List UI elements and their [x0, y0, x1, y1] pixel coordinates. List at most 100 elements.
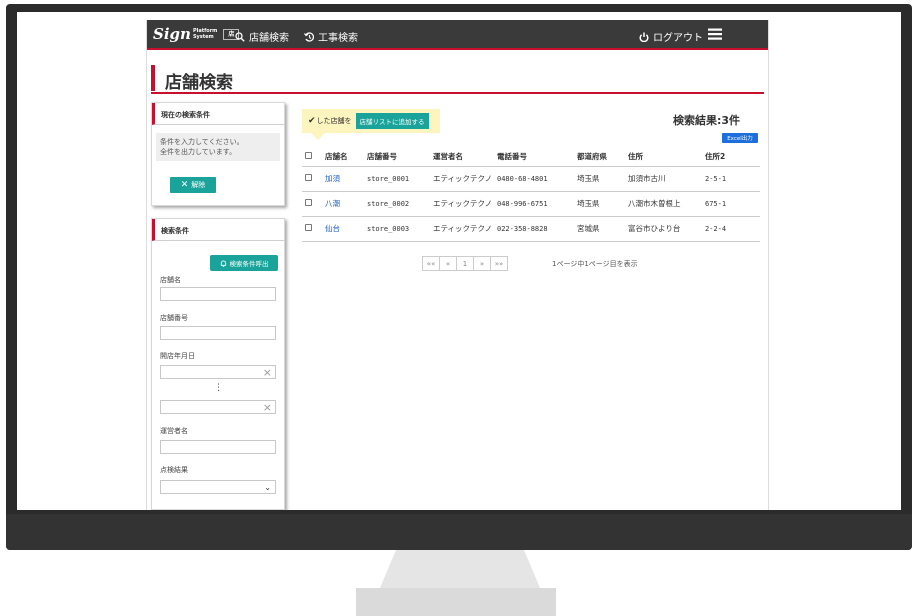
current-conditions-card: 現在の検索条件 条件を入力してください。 全件を出力しています。 ✕ 解除: [151, 102, 285, 206]
search-conditions-card: 検索条件 検索条件呼出 店舗名 店舗番号 開店年月日 × ⋮ × 運営者名 点検…: [151, 218, 285, 510]
page-next-button[interactable]: »: [473, 256, 491, 271]
conditions-message-line2: 全件を出力しています。: [160, 148, 237, 156]
page-current-button[interactable]: 1: [456, 256, 474, 271]
clear-conditions-label: 解除: [191, 181, 206, 189]
row-checkbox-cell: [302, 216, 322, 242]
conditions-message-line1: 条件を入力してください。: [160, 138, 244, 146]
page-title: 店舗検索: [165, 73, 233, 93]
phone-cell: 0480-68-4801: [494, 166, 574, 192]
operator-input[interactable]: [160, 440, 276, 454]
clear-date-to-icon[interactable]: ×: [263, 401, 272, 414]
checked-hint-text: した店舗を: [316, 117, 352, 125]
title-accent-bar: [151, 65, 155, 91]
open-date-label: 開店年月日: [160, 352, 195, 360]
col-store-number[interactable]: 店舗番号: [364, 148, 430, 167]
col-address2[interactable]: 住所2: [702, 148, 760, 167]
add-to-store-list-button[interactable]: 店舗リストに追加する: [355, 113, 429, 129]
nav-work-search[interactable]: 工事検索: [304, 29, 358, 44]
logo-sub-system: System: [192, 34, 214, 40]
operator-cell: エティックテクノ: [430, 191, 494, 217]
history-icon: [304, 31, 314, 42]
row-checkbox[interactable]: [305, 174, 312, 181]
recall-conditions-button[interactable]: 検索条件呼出: [210, 255, 278, 271]
operator-cell: エティックテクノ: [430, 216, 494, 242]
title-underline: [151, 92, 764, 94]
address2-cell: 675-1: [702, 191, 760, 217]
open-date-from-input[interactable]: ×: [160, 365, 276, 379]
open-date-to-input[interactable]: ×: [160, 400, 276, 414]
page-first-button[interactable]: ««: [422, 256, 440, 271]
select-all-checkbox[interactable]: [305, 152, 312, 160]
col-prefecture[interactable]: 都道府県: [574, 148, 625, 167]
nav-work-search-label: 工事検索: [318, 33, 358, 44]
monitor-bezel: [6, 514, 912, 550]
prefecture-cell: 埼玉県: [574, 191, 625, 217]
select-all-cell: [302, 148, 322, 167]
logout-button[interactable]: ログアウト: [639, 29, 703, 44]
monitor-screen: Sign Platform System 店 店舗検索 工事検索 ログアウト 店…: [17, 12, 901, 510]
inspection-select[interactable]: ⌄: [160, 480, 276, 494]
nav-store-search[interactable]: 店舗検索: [235, 29, 289, 44]
row-checkbox-cell: [302, 191, 322, 217]
table-row: 加須 store_0001 エティックテクノ 0480-68-4801 埼玉県 …: [302, 166, 760, 192]
col-address[interactable]: 住所: [625, 148, 702, 167]
row-checkbox[interactable]: [305, 224, 312, 231]
col-phone[interactable]: 電話番号: [494, 148, 574, 167]
hint-pointer: [311, 133, 325, 140]
current-conditions-header: 現在の検索条件: [152, 103, 284, 125]
col-store-name[interactable]: 店舗名: [322, 148, 364, 167]
monitor-stand-neck: [380, 550, 540, 588]
store-number-input[interactable]: [160, 326, 276, 340]
address-cell: 加須市古川: [625, 166, 702, 192]
store-number-label: 店舗番号: [160, 314, 188, 322]
pagination: «« « 1 » »»: [422, 256, 508, 271]
clear-conditions-button[interactable]: ✕ 解除: [170, 177, 216, 193]
app-window: Sign Platform System 店 店舗検索 工事検索 ログアウト 店…: [146, 20, 769, 510]
store-name-input[interactable]: [160, 287, 276, 301]
store-number-cell: store_0001: [364, 166, 430, 192]
table-row: 八潮 store_0002 エティックテクノ 048-996-6751 埼玉県 …: [302, 191, 760, 217]
result-count: 検索結果:3件: [673, 114, 741, 127]
chevron-down-icon: ⌄: [264, 483, 271, 492]
col-operator[interactable]: 運営者名: [430, 148, 494, 167]
logout-label: ログアウト: [653, 33, 703, 44]
close-icon: ✕: [180, 180, 189, 190]
inspection-label: 点検結果: [160, 466, 188, 474]
page-info: 1ページ中1ページ目を表示: [552, 260, 638, 268]
power-icon: [639, 32, 649, 42]
phone-cell: 022-358-8828: [494, 216, 574, 242]
recall-conditions-label: 検索条件呼出: [229, 260, 269, 268]
store-name-link[interactable]: 仙台: [325, 224, 340, 233]
search-icon: [235, 31, 245, 42]
current-conditions-message: 条件を入力してください。 全件を出力しています。: [156, 133, 280, 161]
store-number-cell: store_0003: [364, 216, 430, 242]
range-separator-icon: ⋮: [214, 383, 223, 393]
results-table: 店舗名 店舗番号 運営者名 電話番号 都道府県 住所 住所2 加須 store_…: [302, 148, 760, 242]
address2-cell: 2-2-4: [702, 216, 760, 242]
table-header-row: 店舗名 店舗番号 運営者名 電話番号 都道府県 住所 住所2: [302, 148, 760, 167]
address-cell: 八潮市木曽根上: [625, 191, 702, 217]
logo[interactable]: Sign Platform System 店: [153, 25, 240, 43]
phone-cell: 048-996-6751: [494, 191, 574, 217]
hamburger-menu-icon[interactable]: [708, 28, 726, 40]
excel-export-button[interactable]: Excel出力: [722, 133, 758, 143]
store-number-cell: store_0002: [364, 191, 430, 217]
operator-cell: エティックテクノ: [430, 166, 494, 192]
store-name-link[interactable]: 加須: [325, 174, 340, 183]
page-prev-button[interactable]: «: [439, 256, 457, 271]
nav-store-search-label: 店舗検索: [249, 33, 289, 44]
check-icon: ✔: [308, 116, 316, 126]
row-checkbox[interactable]: [305, 199, 312, 206]
logo-sub: Platform System: [193, 28, 217, 40]
address-cell: 富谷市ひより台: [625, 216, 702, 242]
page-header: 店舗検索: [147, 65, 768, 97]
prefecture-cell: 宮城県: [574, 216, 625, 242]
table-row: 仙台 store_0003 エティックテクノ 022-358-8828 宮城県 …: [302, 216, 760, 242]
checked-hint-box: ✔ した店舗を 店舗リストに追加する: [302, 109, 440, 133]
store-name-label: 店舗名: [160, 276, 181, 284]
row-checkbox-cell: [302, 166, 322, 192]
search-conditions-header: 検索条件: [152, 219, 284, 241]
page-last-button[interactable]: »»: [490, 256, 508, 271]
clear-date-from-icon[interactable]: ×: [263, 366, 272, 379]
store-name-link[interactable]: 八潮: [325, 199, 340, 208]
